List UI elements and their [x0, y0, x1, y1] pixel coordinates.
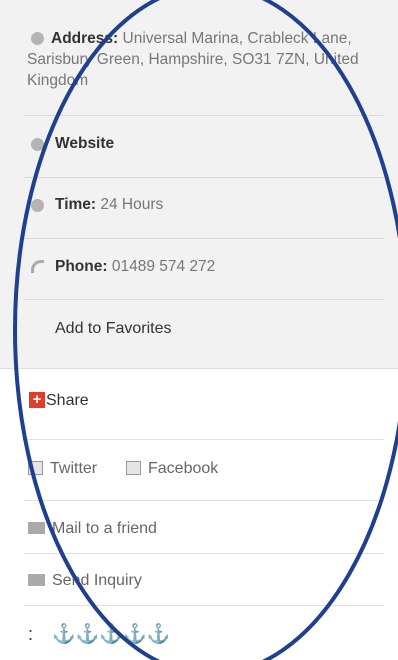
rating-prefix: : — [28, 624, 34, 644]
facebook-label: Facebook — [148, 460, 219, 477]
twitter-icon — [28, 461, 43, 475]
divider — [24, 299, 384, 300]
divider — [24, 500, 384, 501]
mail-to-friend-button[interactable]: Mail to a friend — [28, 520, 157, 538]
divider — [24, 605, 384, 606]
website-label[interactable]: Website — [55, 135, 114, 152]
divider — [24, 553, 384, 554]
twitter-button[interactable]: Twitter — [28, 460, 97, 478]
phone-value[interactable]: 01489 574 272 — [112, 258, 215, 275]
mail-label: Mail to a friend — [52, 520, 157, 537]
rating-row: : ⚓⚓⚓⚓⚓ — [28, 622, 170, 646]
address-row: Address: Universal Marina, Crableck Lane… — [27, 28, 367, 91]
divider — [24, 439, 384, 440]
twitter-label: Twitter — [50, 460, 98, 477]
time-row: Time: 24 Hours — [55, 196, 163, 214]
envelope-icon — [28, 574, 45, 586]
divider — [24, 115, 384, 116]
facebook-button[interactable]: Facebook — [126, 460, 218, 478]
divider — [24, 177, 384, 178]
share-button[interactable]: + Share — [29, 392, 89, 410]
time-value: 24 Hours — [100, 196, 164, 213]
add-to-favorites-button[interactable]: Add to Favorites — [55, 320, 172, 338]
divider — [24, 238, 384, 239]
envelope-icon — [28, 522, 45, 534]
send-inquiry-button[interactable]: Send Inquiry — [28, 572, 142, 590]
website-link[interactable]: Website — [55, 135, 114, 153]
details-panel: Address: Universal Marina, Crableck Lane… — [0, 0, 398, 369]
inquiry-label: Send Inquiry — [52, 572, 142, 589]
phone-label: Phone: — [55, 258, 108, 275]
facebook-icon — [126, 461, 141, 475]
phone-row: Phone: 01489 574 272 — [55, 258, 215, 276]
phone-icon — [31, 260, 44, 273]
plus-icon: + — [29, 392, 45, 408]
clock-icon — [31, 199, 44, 212]
share-label: Share — [46, 392, 89, 409]
time-label: Time: — [55, 196, 97, 213]
anchor-rating-icons: ⚓⚓⚓⚓⚓ — [52, 624, 171, 645]
address-label: Address: — [51, 30, 119, 47]
globe-icon — [31, 138, 44, 151]
